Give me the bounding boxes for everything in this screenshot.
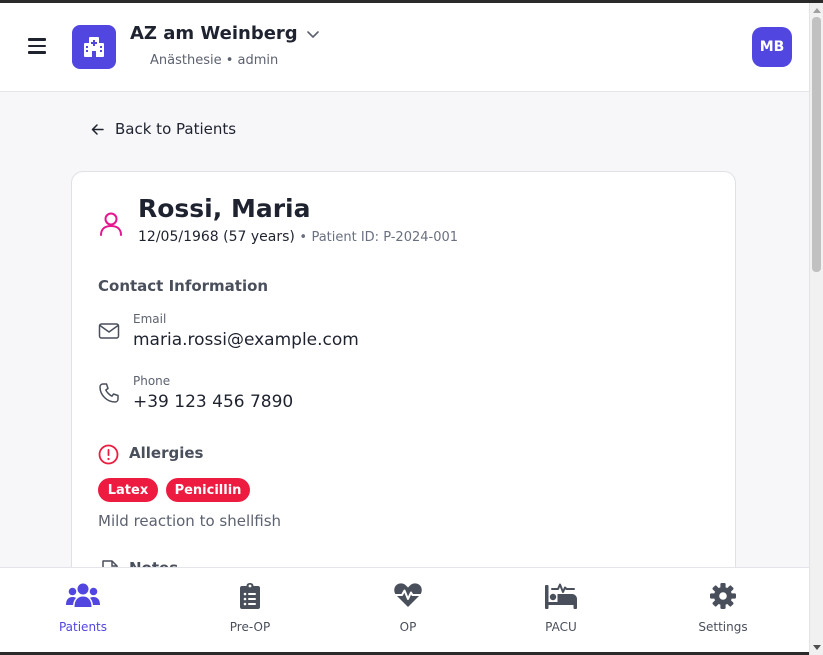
phone-value: +39 123 456 7890	[133, 392, 294, 412]
nav-label-pre-op: Pre-OP	[229, 620, 271, 634]
nav-item-patients[interactable]: Patients	[23, 568, 143, 655]
alert-circle-icon	[98, 444, 119, 465]
phone-label: Phone	[133, 374, 171, 388]
nav-item-pacu[interactable]: PACU	[501, 568, 621, 655]
nav-label-settings: Settings	[698, 620, 748, 634]
nav-item-settings[interactable]: Settings	[663, 568, 783, 655]
mail-icon	[98, 323, 120, 339]
users-icon	[66, 583, 100, 607]
page-scrollbar[interactable]	[809, 3, 823, 655]
menu-line	[28, 51, 46, 54]
nav-item-op[interactable]: OP	[348, 568, 468, 655]
hospital-name: AZ am Weinberg	[130, 23, 298, 44]
arrow-left-icon	[91, 123, 104, 135]
app-header: AZ am Weinberg Anästhesie • admin MB	[0, 3, 809, 92]
clipboard-list-icon	[240, 583, 260, 609]
phone-icon	[99, 383, 119, 403]
hospital-subtitle: Anästhesie • admin	[150, 53, 279, 68]
scroll-down-arrow-icon[interactable]	[813, 645, 821, 650]
bed-pulse-icon	[545, 583, 577, 609]
nav-label-patients: Patients	[58, 620, 108, 634]
user-icon	[100, 212, 122, 236]
scrollbar-thumb[interactable]	[812, 17, 821, 272]
patient-detail-card: Rossi, Maria 12/05/1968 (57 years) • Pat…	[71, 171, 736, 591]
contact-information-title: Contact Information	[98, 277, 269, 295]
email-value: maria.rossi@example.com	[133, 330, 359, 350]
nav-label-op: OP	[399, 620, 417, 634]
heart-pulse-icon	[394, 583, 422, 607]
gear-icon	[710, 583, 736, 609]
hospital-selector[interactable]: AZ am Weinberg	[130, 23, 320, 44]
patient-name: Rossi, Maria	[138, 194, 311, 223]
hamburger-menu-button[interactable]	[28, 38, 46, 54]
allergy-badge: Latex	[98, 478, 158, 502]
nav-item-pre-op[interactable]: Pre-OP	[190, 568, 310, 655]
meta-separator: •	[299, 230, 307, 245]
hospital-logo-icon	[72, 25, 116, 69]
bottom-navigation: Patients Pre-OP OP PACU Settings	[0, 567, 809, 655]
email-label: Email	[133, 312, 167, 326]
back-to-patients-link[interactable]: Back to Patients	[90, 120, 236, 138]
chevron-down-icon	[306, 30, 319, 38]
menu-line	[28, 44, 46, 47]
nav-label-pacu: PACU	[545, 620, 577, 634]
patient-dob-age: 12/05/1968 (57 years)	[138, 229, 295, 245]
allergies-title: Allergies	[129, 444, 204, 462]
allergy-note: Mild reaction to shellfish	[98, 512, 282, 530]
user-avatar[interactable]: MB	[752, 27, 792, 67]
scroll-up-arrow-icon[interactable]	[813, 8, 821, 13]
menu-line	[28, 38, 46, 41]
patient-meta: 12/05/1968 (57 years) • Patient ID: P-20…	[138, 229, 458, 245]
patient-id: Patient ID: P-2024-001	[311, 230, 459, 245]
back-link-label: Back to Patients	[115, 120, 237, 138]
allergy-badge: Penicillin	[166, 478, 250, 502]
